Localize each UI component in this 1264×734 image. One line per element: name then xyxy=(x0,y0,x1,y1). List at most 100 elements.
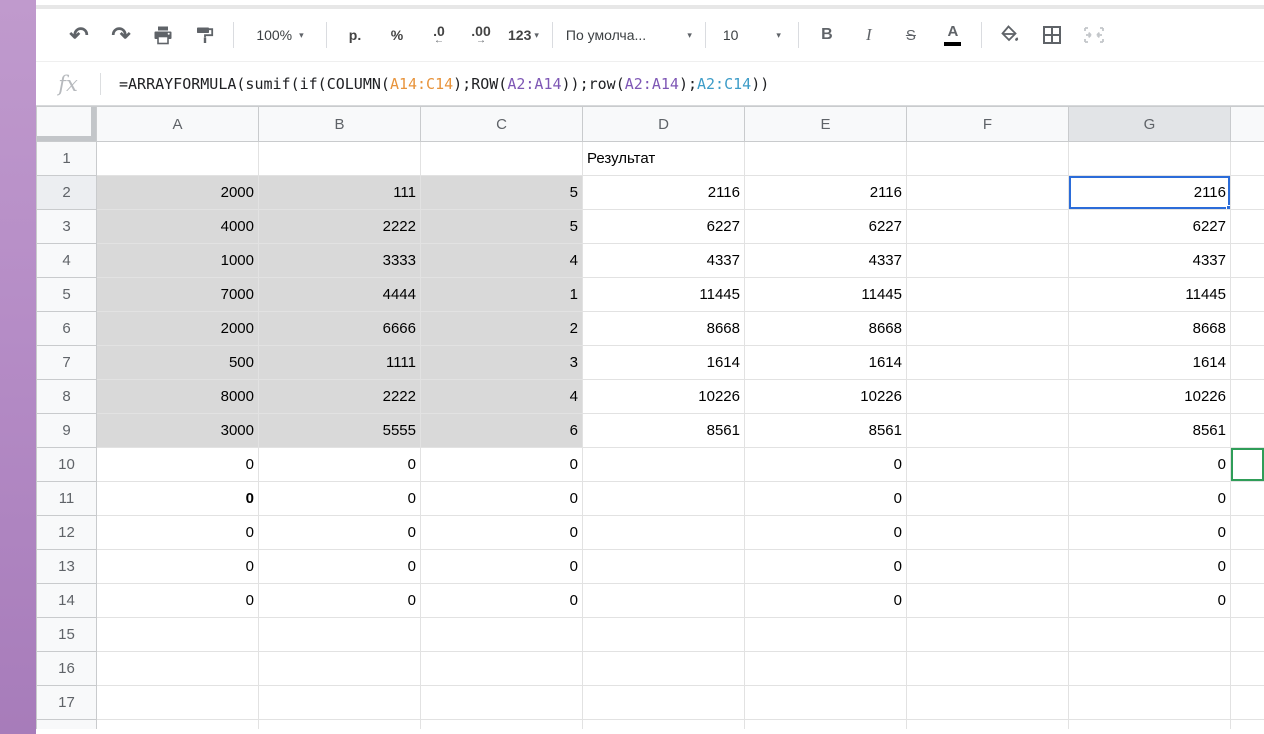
cell-H9[interactable] xyxy=(1230,413,1264,448)
cell-H10[interactable] xyxy=(1230,447,1264,482)
cell-G13[interactable]: 0 xyxy=(1068,549,1231,584)
column-header-E[interactable]: E xyxy=(744,106,907,142)
row-header-11[interactable]: 11 xyxy=(36,481,97,516)
cell-C10[interactable]: 0 xyxy=(420,447,583,482)
row-header-7[interactable]: 7 xyxy=(36,345,97,380)
cell-A6[interactable]: 2000 xyxy=(96,311,259,346)
cell-G1[interactable] xyxy=(1068,141,1231,176)
cell-A10[interactable]: 0 xyxy=(96,447,259,482)
cell-G11[interactable]: 0 xyxy=(1068,481,1231,516)
cell-D14[interactable] xyxy=(582,583,745,618)
cell-H16[interactable] xyxy=(1230,651,1264,686)
cell-F4[interactable] xyxy=(906,243,1069,278)
cell-H13[interactable] xyxy=(1230,549,1264,584)
cell-D16[interactable] xyxy=(582,651,745,686)
borders-button[interactable] xyxy=(1031,17,1073,53)
cell-A16[interactable] xyxy=(96,651,259,686)
cell-B16[interactable] xyxy=(258,651,421,686)
cell-E8[interactable]: 10226 xyxy=(744,379,907,414)
cell-G4[interactable]: 4337 xyxy=(1068,243,1231,278)
cell-H8[interactable] xyxy=(1230,379,1264,414)
strikethrough-button[interactable]: S xyxy=(890,17,932,53)
cell-G16[interactable] xyxy=(1068,651,1231,686)
cell-B5[interactable]: 4444 xyxy=(258,277,421,312)
cell-A7[interactable]: 500 xyxy=(96,345,259,380)
cell-F13[interactable] xyxy=(906,549,1069,584)
cell-D7[interactable]: 1614 xyxy=(582,345,745,380)
cell-A13[interactable]: 0 xyxy=(96,549,259,584)
font-family-select[interactable]: По умолча... ▾ xyxy=(560,17,698,53)
cell-B7[interactable]: 1111 xyxy=(258,345,421,380)
cell-F8[interactable] xyxy=(906,379,1069,414)
cell-A4[interactable]: 1000 xyxy=(96,243,259,278)
cell-H15[interactable] xyxy=(1230,617,1264,652)
cell-H6[interactable] xyxy=(1230,311,1264,346)
cell-F12[interactable] xyxy=(906,515,1069,550)
cell-F15[interactable] xyxy=(906,617,1069,652)
cell-E16[interactable] xyxy=(744,651,907,686)
cell-G8[interactable]: 10226 xyxy=(1068,379,1231,414)
cell-D2[interactable]: 2116 xyxy=(582,175,745,210)
row-header-10[interactable]: 10 xyxy=(36,447,97,482)
cell-F1[interactable] xyxy=(906,141,1069,176)
cell-C14[interactable]: 0 xyxy=(420,583,583,618)
cell-C9[interactable]: 6 xyxy=(420,413,583,448)
cell-D15[interactable] xyxy=(582,617,745,652)
row-header-3[interactable]: 3 xyxy=(36,209,97,244)
cell-H1[interactable] xyxy=(1230,141,1264,176)
fill-handle[interactable] xyxy=(1226,205,1230,209)
cell-A5[interactable]: 7000 xyxy=(96,277,259,312)
cell-C4[interactable]: 4 xyxy=(420,243,583,278)
row-header-1[interactable]: 1 xyxy=(36,141,97,176)
cell-A17[interactable] xyxy=(96,685,259,720)
cell-F3[interactable] xyxy=(906,209,1069,244)
cell-E18[interactable] xyxy=(744,719,907,729)
cell-F17[interactable] xyxy=(906,685,1069,720)
cell-E15[interactable] xyxy=(744,617,907,652)
merge-cells-button[interactable] xyxy=(1073,17,1115,53)
cell-D4[interactable]: 4337 xyxy=(582,243,745,278)
column-header-F[interactable]: F xyxy=(906,106,1069,142)
cell-E7[interactable]: 1614 xyxy=(744,345,907,380)
cell-G14[interactable]: 0 xyxy=(1068,583,1231,618)
cell-B11[interactable]: 0 xyxy=(258,481,421,516)
cell-D6[interactable]: 8668 xyxy=(582,311,745,346)
cell-C17[interactable] xyxy=(420,685,583,720)
cell-C15[interactable] xyxy=(420,617,583,652)
cell-H3[interactable] xyxy=(1230,209,1264,244)
cell-D8[interactable]: 10226 xyxy=(582,379,745,414)
more-formats-button[interactable]: 123 ▾ xyxy=(502,17,545,53)
cell-E2[interactable]: 2116 xyxy=(744,175,907,210)
row-header-12[interactable]: 12 xyxy=(36,515,97,550)
cell-C3[interactable]: 5 xyxy=(420,209,583,244)
cell-E6[interactable]: 8668 xyxy=(744,311,907,346)
cell-F11[interactable] xyxy=(906,481,1069,516)
row-header-6[interactable]: 6 xyxy=(36,311,97,346)
row-header-15[interactable]: 15 xyxy=(36,617,97,652)
cell-A18[interactable] xyxy=(96,719,259,729)
cell-H12[interactable] xyxy=(1230,515,1264,550)
cell-A3[interactable]: 4000 xyxy=(96,209,259,244)
cell-G2[interactable]: 2116 xyxy=(1068,175,1231,210)
decrease-decimal-button[interactable]: .0 ← xyxy=(418,17,460,53)
text-color-button[interactable]: A xyxy=(932,17,974,53)
cell-E3[interactable]: 6227 xyxy=(744,209,907,244)
column-header-H-partial[interactable] xyxy=(1230,106,1264,142)
row-header-16[interactable]: 16 xyxy=(36,651,97,686)
row-header-18[interactable] xyxy=(36,719,97,729)
cell-G18[interactable] xyxy=(1068,719,1231,729)
cell-B8[interactable]: 2222 xyxy=(258,379,421,414)
formula-input[interactable]: =ARRAYFORMULA(sumif(if(COLUMN(A14:C14);R… xyxy=(119,75,1264,93)
row-header-13[interactable]: 13 xyxy=(36,549,97,584)
cell-G5[interactable]: 11445 xyxy=(1068,277,1231,312)
row-header-9[interactable]: 9 xyxy=(36,413,97,448)
cell-H4[interactable] xyxy=(1230,243,1264,278)
cell-D18[interactable] xyxy=(582,719,745,729)
cell-B6[interactable]: 6666 xyxy=(258,311,421,346)
cell-C18[interactable] xyxy=(420,719,583,729)
cell-H17[interactable] xyxy=(1230,685,1264,720)
increase-decimal-button[interactable]: .00 → xyxy=(460,17,502,53)
cell-F10[interactable] xyxy=(906,447,1069,482)
cell-C8[interactable]: 4 xyxy=(420,379,583,414)
cell-G17[interactable] xyxy=(1068,685,1231,720)
